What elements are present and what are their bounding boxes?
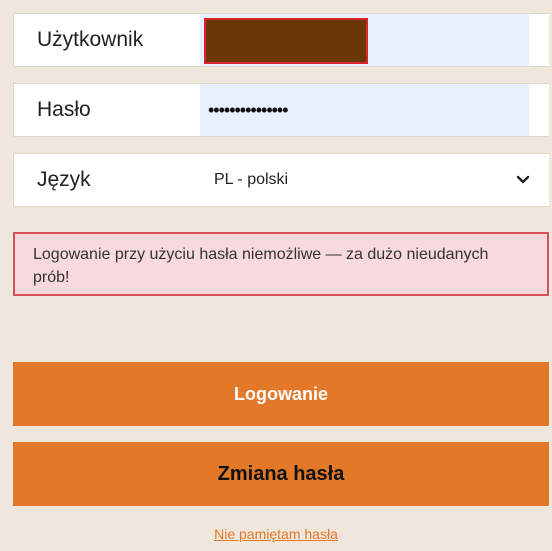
chevron-down-icon bbox=[516, 175, 530, 184]
password-input[interactable]: ••••••••••••••• bbox=[200, 84, 529, 136]
forgot-password-link[interactable]: Nie pamiętam hasła bbox=[0, 526, 552, 542]
login-error-message: Logowanie przy użyciu hasła niemożliwe —… bbox=[33, 246, 489, 286]
password-label: Hasło bbox=[37, 98, 91, 121]
login-error-alert: Logowanie przy użyciu hasła niemożliwe —… bbox=[13, 232, 549, 296]
change-password-button[interactable]: Zmiana hasła bbox=[13, 442, 549, 506]
language-label: Język bbox=[37, 168, 91, 191]
username-label: Użytkownik bbox=[37, 28, 144, 51]
password-row: Hasło ••••••••••••••• bbox=[13, 83, 549, 137]
language-select[interactable]: PL - polski bbox=[214, 154, 531, 206]
username-redacted-value[interactable] bbox=[204, 18, 368, 64]
username-row: Użytkownik bbox=[13, 13, 549, 67]
password-masked-value: ••••••••••••••• bbox=[208, 99, 289, 120]
language-row: Język PL - polski bbox=[13, 153, 549, 207]
login-button[interactable]: Logowanie bbox=[13, 362, 549, 426]
language-selected-value: PL - polski bbox=[214, 171, 289, 188]
